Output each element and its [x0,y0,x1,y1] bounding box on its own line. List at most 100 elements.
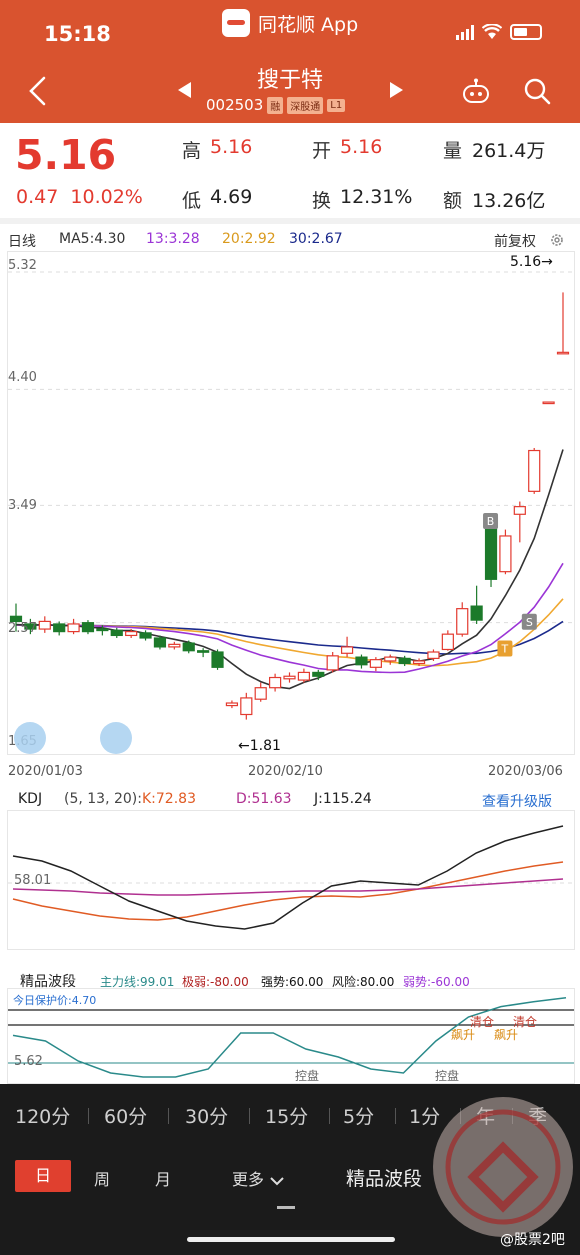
jingpin-tab[interactable]: 精品波段 [346,1164,422,1191]
price-change: 0.47 10.02% [16,186,143,208]
kline-chart[interactable]: BST 5.32 4.40 3.49 2.57 1.65 5.16→ ←1.81 [7,251,576,756]
back-arrow-icon[interactable] [24,74,52,108]
candle-body [53,623,66,633]
jingpin-chart[interactable]: 今日保护价:4.70 5.62 清仓 清仓 飙升 飙升 控盘 控盘 [7,988,575,1084]
candle-body [355,656,368,666]
candle-body [470,605,483,621]
candle-body [326,655,339,671]
last-price: 5.16 [15,131,117,179]
divider [0,218,580,224]
candle-body [369,659,382,668]
candle-body [412,660,426,665]
candle-body [441,633,454,651]
more-cycle-button[interactable]: 更多 [232,1166,285,1190]
high-value: 5.16 [210,136,253,158]
battery-icon [510,24,542,40]
y-tick: 4.40 [8,370,37,385]
candle-body [182,642,195,652]
cycle-day-button[interactable]: 日 [15,1160,71,1192]
candle-body [168,643,181,648]
period-120min[interactable]: 120分 [15,1102,70,1129]
candle-body [340,646,354,654]
restore-toggle[interactable]: 前复权 [494,231,536,251]
ma13-value: 13:3.28 [146,231,200,247]
connect-tag: 深股通 [287,96,324,114]
change-percent: 10.02% [70,186,143,208]
separator [329,1108,330,1124]
candle-body [197,650,210,653]
period-60min[interactable]: 60分 [104,1102,147,1129]
kdj-label[interactable]: KDJ [18,791,42,807]
x-tick: 2020/02/10 [248,764,323,779]
kdj-params: (5, 13, 20): [64,791,142,807]
cycle-month-button[interactable]: 月 [155,1166,171,1190]
period-15min[interactable]: 15分 [265,1102,308,1129]
kdj-series-line [12,878,564,896]
period-30min[interactable]: 30分 [185,1102,228,1129]
app-name: 同花顺 App [258,13,359,36]
stock-code-row: 002503 融 深股通 L1 [206,96,346,114]
candle-body [513,506,526,515]
candle-body [110,629,123,637]
candle-body [398,657,411,665]
candle-body [153,637,167,648]
turnover-label: 换 [312,190,332,212]
y-tick: 5.32 [8,258,37,273]
candle-body [67,623,80,633]
candle-body [240,697,253,716]
kdj-y-tick: 58.01 [14,873,52,888]
cycle-week-button[interactable]: 周 [94,1166,110,1190]
low-marker: ←1.81 [238,738,281,754]
jingpin-y-tick: 5.62 [14,1054,43,1069]
zoom-out-icon[interactable] [14,722,46,754]
robot-icon[interactable] [461,78,491,104]
candle-body [456,608,469,635]
candle-body [211,651,224,668]
amount-value: 13.26亿 [472,190,546,212]
separator [88,1108,89,1124]
control-annotation: 控盘 [295,1069,320,1083]
low-label: 低 [182,190,202,212]
candle-body [125,631,138,637]
y-tick: 3.49 [8,498,37,513]
status-icons [456,24,542,40]
change-value: 0.47 [16,186,59,208]
period-5min[interactable]: 5分 [343,1102,374,1129]
separator [168,1108,169,1124]
page-indicator [277,1206,295,1209]
app-title: 同花顺 App [222,8,358,38]
kdj-j: J:115.24 [314,791,372,807]
wifi-icon [482,24,502,39]
candle-body [484,525,498,580]
kdj-plot [8,825,576,930]
candle-body [139,632,152,639]
watermark-stamp-icon [433,1097,573,1237]
next-stock-button[interactable] [390,82,403,98]
candle-body [297,671,310,681]
search-icon[interactable] [522,76,552,106]
period-label[interactable]: 日线 [8,231,36,251]
candle-body [96,628,109,632]
separator [249,1108,250,1124]
prev-stock-button[interactable] [178,82,191,98]
kline-plot[interactable]: B S T [8,252,576,756]
low-value: 4.69 [210,186,253,208]
kdj-d: D:51.63 [236,791,292,807]
kdj-k: K:72.83 [142,791,196,807]
stock-code: 002503 [206,96,264,114]
top-header: 15:18 同花顺 App 搜于特 002503 融 深股通 L1 [0,0,580,123]
signal-label: B [487,515,495,528]
x-tick: 2020/03/06 [488,764,563,779]
turnover-value: 12.31% [340,186,413,208]
kdj-chart[interactable]: 58.01 [7,810,576,950]
upgrade-link[interactable]: 查看升级版 [482,791,552,811]
expand-icon[interactable] [100,722,132,754]
candle-body [499,535,512,573]
high-label: 高 [182,140,202,162]
more-label: 更多 [232,1170,265,1189]
open-value: 5.16 [340,136,383,158]
gear-icon[interactable] [549,232,565,248]
volume-label: 量 [443,140,463,162]
y-tick: 2.57 [8,621,37,636]
control-annotation: 控盘 [435,1069,460,1083]
